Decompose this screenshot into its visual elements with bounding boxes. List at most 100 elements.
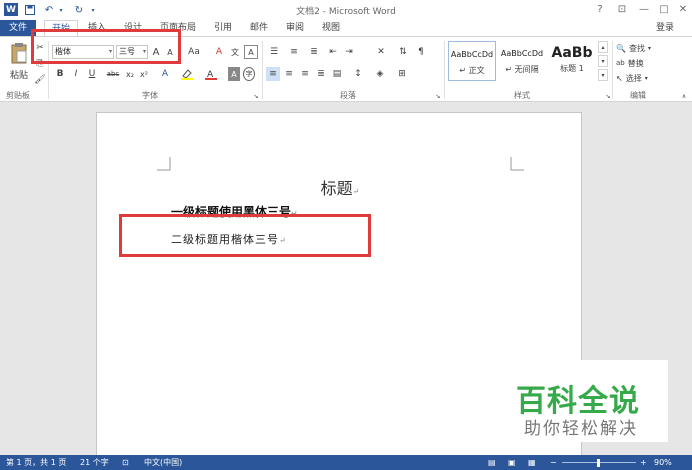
binoculars-icon: 🔍 <box>616 43 626 53</box>
select-label: 选择 <box>625 73 642 83</box>
char-border-icon[interactable]: A <box>244 45 258 59</box>
change-case-button[interactable]: Aa <box>184 45 204 59</box>
paragraph-group-label: 段落 <box>340 91 356 100</box>
line-spacing-icon[interactable]: ↕ <box>350 67 366 81</box>
chevron-down-icon: ▾ <box>647 44 651 52</box>
close-button[interactable]: ✕ <box>675 2 691 16</box>
minimize-button[interactable]: — <box>636 2 652 16</box>
tab-view[interactable]: 视图 <box>316 20 346 36</box>
proofing-icon[interactable]: ⊡ <box>122 455 129 470</box>
status-bar: 第 1 页，共 1 页 21 个字 ⊡ 中文(中国) ▤ ▣ ▦ − + 90% <box>0 455 692 470</box>
editing-group-label: 编辑 <box>630 91 646 100</box>
show-marks-icon[interactable]: ¶ <box>414 45 428 59</box>
format-painter-icon[interactable]: 🖌 <box>34 73 46 87</box>
zoom-out-icon[interactable]: − <box>550 455 557 470</box>
numbering-icon[interactable]: ≡ <box>286 45 302 59</box>
select-button[interactable]: ↖ 选择 ▾ <box>616 71 648 85</box>
language[interactable]: 中文(中国) <box>144 455 182 470</box>
align-center-icon[interactable]: ≡ <box>282 67 296 81</box>
find-label: 查找 <box>628 43 645 53</box>
chevron-down-icon: ▾ <box>644 74 648 82</box>
zoom-level[interactable]: 90% <box>654 455 672 470</box>
style-heading-1-sample: AaBb <box>551 45 593 61</box>
styles-dialog-launcher-icon[interactable]: ↘ <box>604 89 612 103</box>
login-link[interactable]: 登录 <box>656 20 674 36</box>
watermark: 百科全说 助你轻松解决 <box>500 360 668 442</box>
bullets-icon[interactable]: ☰ <box>266 45 282 59</box>
watermark-subtitle: 助你轻松解决 <box>524 419 638 439</box>
char-shading-icon[interactable]: A <box>228 67 240 81</box>
replace-button[interactable]: ab 替换 <box>616 56 644 70</box>
replace-icon: ab <box>616 59 625 67</box>
tab-review[interactable]: 审阅 <box>280 20 310 36</box>
help-button[interactable]: ? <box>592 2 608 16</box>
highlight-icon[interactable] <box>180 67 194 81</box>
clipboard-group-label: 剪贴板 <box>6 91 30 100</box>
align-left-icon[interactable]: ≡ <box>266 67 280 81</box>
paragraph-mark: ↵ <box>352 187 360 196</box>
zoom-slider-thumb[interactable] <box>597 459 600 467</box>
replace-label: 替换 <box>627 58 644 68</box>
divider <box>444 41 445 99</box>
italic-button[interactable]: I <box>70 67 82 81</box>
bold-button[interactable]: B <box>54 67 66 81</box>
chinese-layout-icon[interactable]: ✕ <box>372 45 390 59</box>
find-button[interactable]: 🔍 查找 ▾ <box>616 41 651 55</box>
web-layout-icon[interactable]: ▦ <box>528 455 536 470</box>
align-right-icon[interactable]: ≡ <box>298 67 312 81</box>
paragraph-dialog-launcher-icon[interactable]: ↘ <box>434 89 442 103</box>
borders-icon[interactable]: ⊞ <box>394 67 410 81</box>
styles-scroll-down-icon[interactable]: ▾ <box>598 55 608 67</box>
distribute-icon[interactable]: ▤ <box>330 67 344 81</box>
read-mode-icon[interactable]: ▤ <box>488 455 496 470</box>
ribbon-display-button[interactable]: ⊡ <box>614 2 630 16</box>
strikethrough-button[interactable]: abc <box>104 67 122 81</box>
crop-mark-top-right <box>510 157 524 171</box>
print-layout-icon[interactable]: ▣ <box>508 455 516 470</box>
clear-format-button[interactable]: A <box>212 45 226 59</box>
font-highlight-box <box>31 29 181 64</box>
tab-references[interactable]: 引用 <box>208 20 238 36</box>
crop-mark-top-left <box>157 157 171 171</box>
doc-heading-text: 标题 <box>320 179 353 198</box>
multilevel-list-icon[interactable]: ≣ <box>306 45 322 59</box>
style-no-spacing[interactable]: AaBbCcDd ↵ 无间隔 <box>498 41 546 81</box>
styles-more-icon[interactable]: ▾ <box>598 69 608 81</box>
divider <box>612 41 613 99</box>
tab-mailings[interactable]: 邮件 <box>244 20 274 36</box>
styles-group-label: 样式 <box>514 91 530 100</box>
phonetic-guide-icon[interactable]: 文 <box>228 45 242 59</box>
window-title: 文档2 - Microsoft Word <box>296 7 396 17</box>
superscript-button[interactable]: x² <box>138 67 150 81</box>
shading-icon[interactable]: ◈ <box>372 67 388 81</box>
collapse-ribbon-icon[interactable]: ∧ <box>680 89 688 103</box>
divider <box>262 41 263 99</box>
style-normal[interactable]: AaBbCcDd ↵ 正文 <box>448 41 496 81</box>
paste-button[interactable]: 粘贴 <box>6 67 32 81</box>
enclose-char-icon[interactable]: 字 <box>243 67 255 81</box>
style-normal-sample: AaBbCcDd <box>450 50 494 59</box>
font-dialog-launcher-icon[interactable]: ↘ <box>252 89 260 103</box>
doc-heading[interactable]: 标题↵ <box>97 175 583 199</box>
style-heading-1[interactable]: AaBb 标题 1 <box>548 41 596 81</box>
title-bar: W ↶ ▾ ↻ ▾ 文档2 - Microsoft Word ? ⊡ — □ ✕ <box>0 0 692 20</box>
subscript-button[interactable]: x₂ <box>124 67 136 81</box>
justify-icon[interactable]: ≣ <box>314 67 328 81</box>
underline-button[interactable]: U <box>86 67 98 81</box>
word-count[interactable]: 21 个字 <box>80 455 109 470</box>
style-no-spacing-sample: AaBbCcDd <box>500 49 544 58</box>
select-arrow-icon: ↖ <box>616 73 623 83</box>
style-normal-name: ↵ 正文 <box>459 66 485 75</box>
font-color-icon[interactable]: A <box>204 67 218 81</box>
maximize-button[interactable]: □ <box>656 2 672 16</box>
styles-scroll-up-icon[interactable]: ▴ <box>598 41 608 53</box>
sort-icon[interactable]: ⇅ <box>396 45 410 59</box>
paste-icon[interactable] <box>8 41 30 65</box>
text-effects-icon[interactable]: A <box>158 67 172 81</box>
increase-indent-icon[interactable]: ⇥ <box>342 45 356 59</box>
font-group-label: 字体 <box>142 91 158 100</box>
style-heading-1-name: 标题 1 <box>560 64 584 73</box>
decrease-indent-icon[interactable]: ⇤ <box>326 45 340 59</box>
page-count[interactable]: 第 1 页，共 1 页 <box>6 455 66 470</box>
zoom-in-icon[interactable]: + <box>640 455 647 470</box>
